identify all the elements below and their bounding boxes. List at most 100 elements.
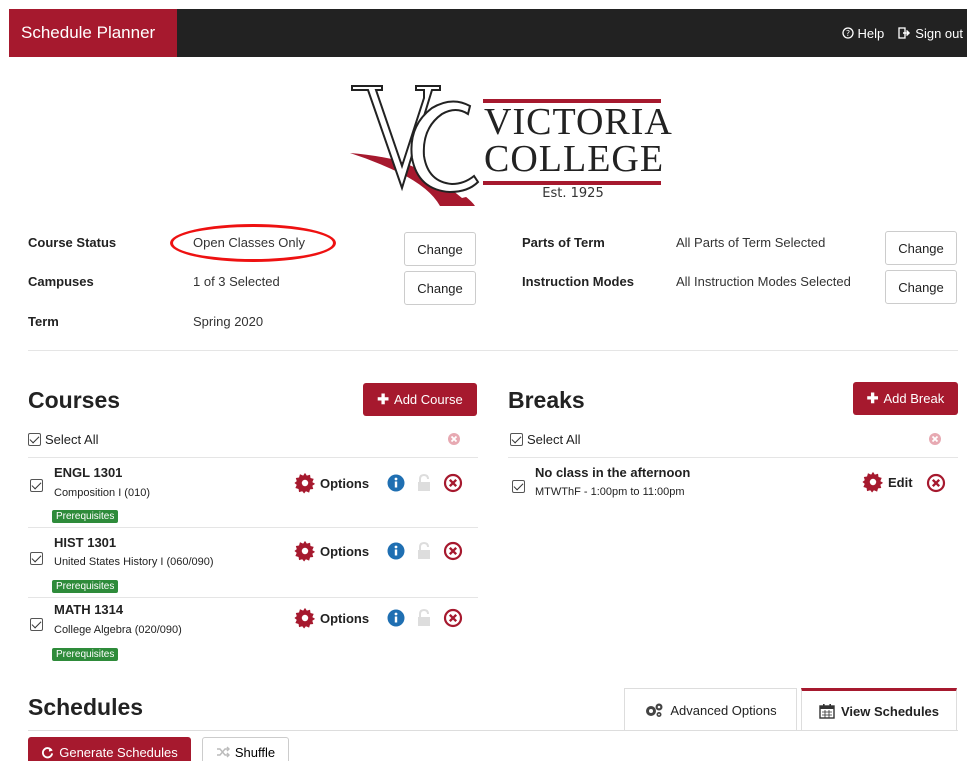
courses-header-divider bbox=[28, 457, 478, 458]
options-label: Options bbox=[320, 610, 370, 626]
svg-text:?: ? bbox=[845, 29, 849, 38]
prerequisites-badge[interactable]: Prerequisites bbox=[52, 510, 119, 523]
change-campuses-button[interactable]: Change bbox=[404, 271, 476, 305]
logo-line1: VICTORIA bbox=[484, 101, 673, 143]
calendar-icon bbox=[819, 704, 835, 719]
select-all-checkbox[interactable] bbox=[28, 433, 41, 446]
course-status-label: Course Status bbox=[28, 235, 117, 250]
select-all-label: Select All bbox=[527, 432, 581, 447]
schedules-title: Schedules bbox=[28, 694, 144, 720]
generate-schedules-button[interactable]: Generate Schedules bbox=[28, 737, 191, 761]
course-code: HIST 1301 bbox=[54, 535, 117, 550]
top-navbar: Schedule Planner ? Help Sign out bbox=[9, 9, 967, 57]
add-break-label: Add Break bbox=[883, 391, 945, 406]
help-link[interactable]: ? Help bbox=[841, 25, 885, 41]
generate-label: Generate Schedules bbox=[59, 744, 178, 760]
course-name: United States History I (060/090) bbox=[54, 556, 214, 568]
tab-advanced-label: Advanced Options bbox=[670, 702, 777, 718]
remove-all-breaks-icon[interactable] bbox=[928, 432, 942, 446]
shuffle-icon bbox=[216, 746, 230, 758]
breaks-header-divider bbox=[508, 457, 958, 458]
campuses-label: Campuses bbox=[28, 274, 94, 289]
add-course-label: Add Course bbox=[394, 392, 463, 407]
info-icon[interactable] bbox=[387, 609, 405, 627]
add-break-button[interactable]: ✚ Add Break bbox=[853, 382, 958, 415]
help-label: Help bbox=[857, 25, 885, 41]
term-label: Term bbox=[28, 314, 59, 329]
change-instruction-modes-button[interactable]: Change bbox=[885, 270, 957, 304]
course-code: MATH 1314 bbox=[54, 602, 124, 617]
course-checkbox[interactable] bbox=[30, 479, 43, 492]
remove-course-icon[interactable] bbox=[443, 608, 463, 628]
remove-break-icon[interactable] bbox=[926, 473, 946, 493]
college-logo: VC VICTORIA COLLEGE Est. 1925 bbox=[350, 78, 673, 208]
lock-icon[interactable] bbox=[417, 474, 431, 492]
shuffle-button[interactable]: Shuffle bbox=[202, 737, 289, 761]
prerequisites-badge[interactable]: Prerequisites bbox=[52, 648, 119, 661]
instruction-modes-label: Instruction Modes bbox=[522, 274, 634, 289]
gear-icon bbox=[862, 471, 884, 493]
course-checkbox[interactable] bbox=[30, 552, 43, 565]
courses-select-all[interactable]: Select All bbox=[28, 432, 98, 447]
tabs-baseline bbox=[28, 730, 958, 731]
logo-line2: COLLEGE bbox=[484, 138, 665, 180]
breaks-title: Breaks bbox=[508, 387, 585, 413]
signout-label: Sign out bbox=[915, 25, 963, 41]
select-all-checkbox[interactable] bbox=[510, 433, 523, 446]
tab-view-schedules[interactable]: View Schedules bbox=[801, 688, 957, 731]
change-parts-of-term-button[interactable]: Change bbox=[885, 231, 957, 265]
course-code: ENGL 1301 bbox=[54, 465, 123, 480]
app-title[interactable]: Schedule Planner bbox=[9, 9, 177, 57]
campuses-value: 1 of 3 Selected bbox=[193, 274, 280, 289]
parts-of-term-label: Parts of Term bbox=[522, 235, 605, 250]
remove-course-icon[interactable] bbox=[443, 473, 463, 493]
settings-divider bbox=[28, 350, 958, 351]
select-all-label: Select All bbox=[45, 432, 99, 447]
top-nav: ? Help Sign out bbox=[841, 9, 967, 57]
term-value: Spring 2020 bbox=[193, 314, 264, 329]
gear-icon bbox=[294, 540, 316, 562]
courses-title: Courses bbox=[28, 387, 121, 413]
options-button[interactable]: Options bbox=[294, 540, 369, 562]
lock-icon[interactable] bbox=[417, 609, 431, 627]
add-course-button[interactable]: ✚ Add Course bbox=[363, 383, 477, 416]
instruction-modes-value: All Instruction Modes Selected bbox=[676, 274, 851, 289]
options-button[interactable]: Options bbox=[294, 472, 369, 494]
break-title: No class in the afternoon bbox=[535, 465, 691, 480]
gear-icon bbox=[294, 472, 316, 494]
edit-label: Edit bbox=[888, 474, 913, 490]
refresh-icon bbox=[42, 746, 54, 758]
course-divider bbox=[28, 597, 478, 598]
breaks-select-all[interactable]: Select All bbox=[510, 432, 580, 447]
course-name: College Algebra (020/090) bbox=[54, 624, 182, 636]
course-name: Composition I (010) bbox=[54, 487, 150, 499]
parts-of-term-value: All Parts of Term Selected bbox=[676, 235, 826, 250]
shuffle-label: Shuffle bbox=[234, 744, 276, 760]
course-divider bbox=[28, 527, 478, 528]
remove-course-icon[interactable] bbox=[443, 541, 463, 561]
gear-icon bbox=[294, 607, 316, 629]
options-label: Options bbox=[320, 475, 370, 491]
signout-link[interactable]: Sign out bbox=[898, 26, 963, 41]
remove-all-courses-icon[interactable] bbox=[447, 432, 461, 446]
break-detail: MTWThF - 1:00pm to 11:00pm bbox=[535, 486, 685, 498]
question-circle-icon: ? bbox=[841, 27, 854, 39]
break-checkbox[interactable] bbox=[512, 480, 525, 493]
info-icon[interactable] bbox=[387, 474, 405, 492]
change-course-status-button[interactable]: Change bbox=[404, 232, 476, 266]
course-checkbox[interactable] bbox=[30, 618, 43, 631]
info-icon[interactable] bbox=[387, 542, 405, 560]
tab-view-label: View Schedules bbox=[840, 703, 940, 719]
prerequisites-badge[interactable]: Prerequisites bbox=[52, 580, 119, 593]
edit-break-button[interactable]: Edit bbox=[862, 471, 913, 493]
logo-est: Est. 1925 bbox=[542, 186, 604, 201]
plus-icon: ✚ bbox=[377, 391, 390, 407]
options-label: Options bbox=[320, 543, 370, 559]
annotation-circle bbox=[170, 224, 336, 262]
sign-out-icon bbox=[898, 27, 911, 39]
plus-icon: ✚ bbox=[866, 390, 879, 406]
lock-icon[interactable] bbox=[417, 542, 431, 560]
tab-advanced-options[interactable]: Advanced Options bbox=[624, 688, 797, 731]
options-button[interactable]: Options bbox=[294, 607, 369, 629]
gears-icon bbox=[646, 703, 663, 717]
